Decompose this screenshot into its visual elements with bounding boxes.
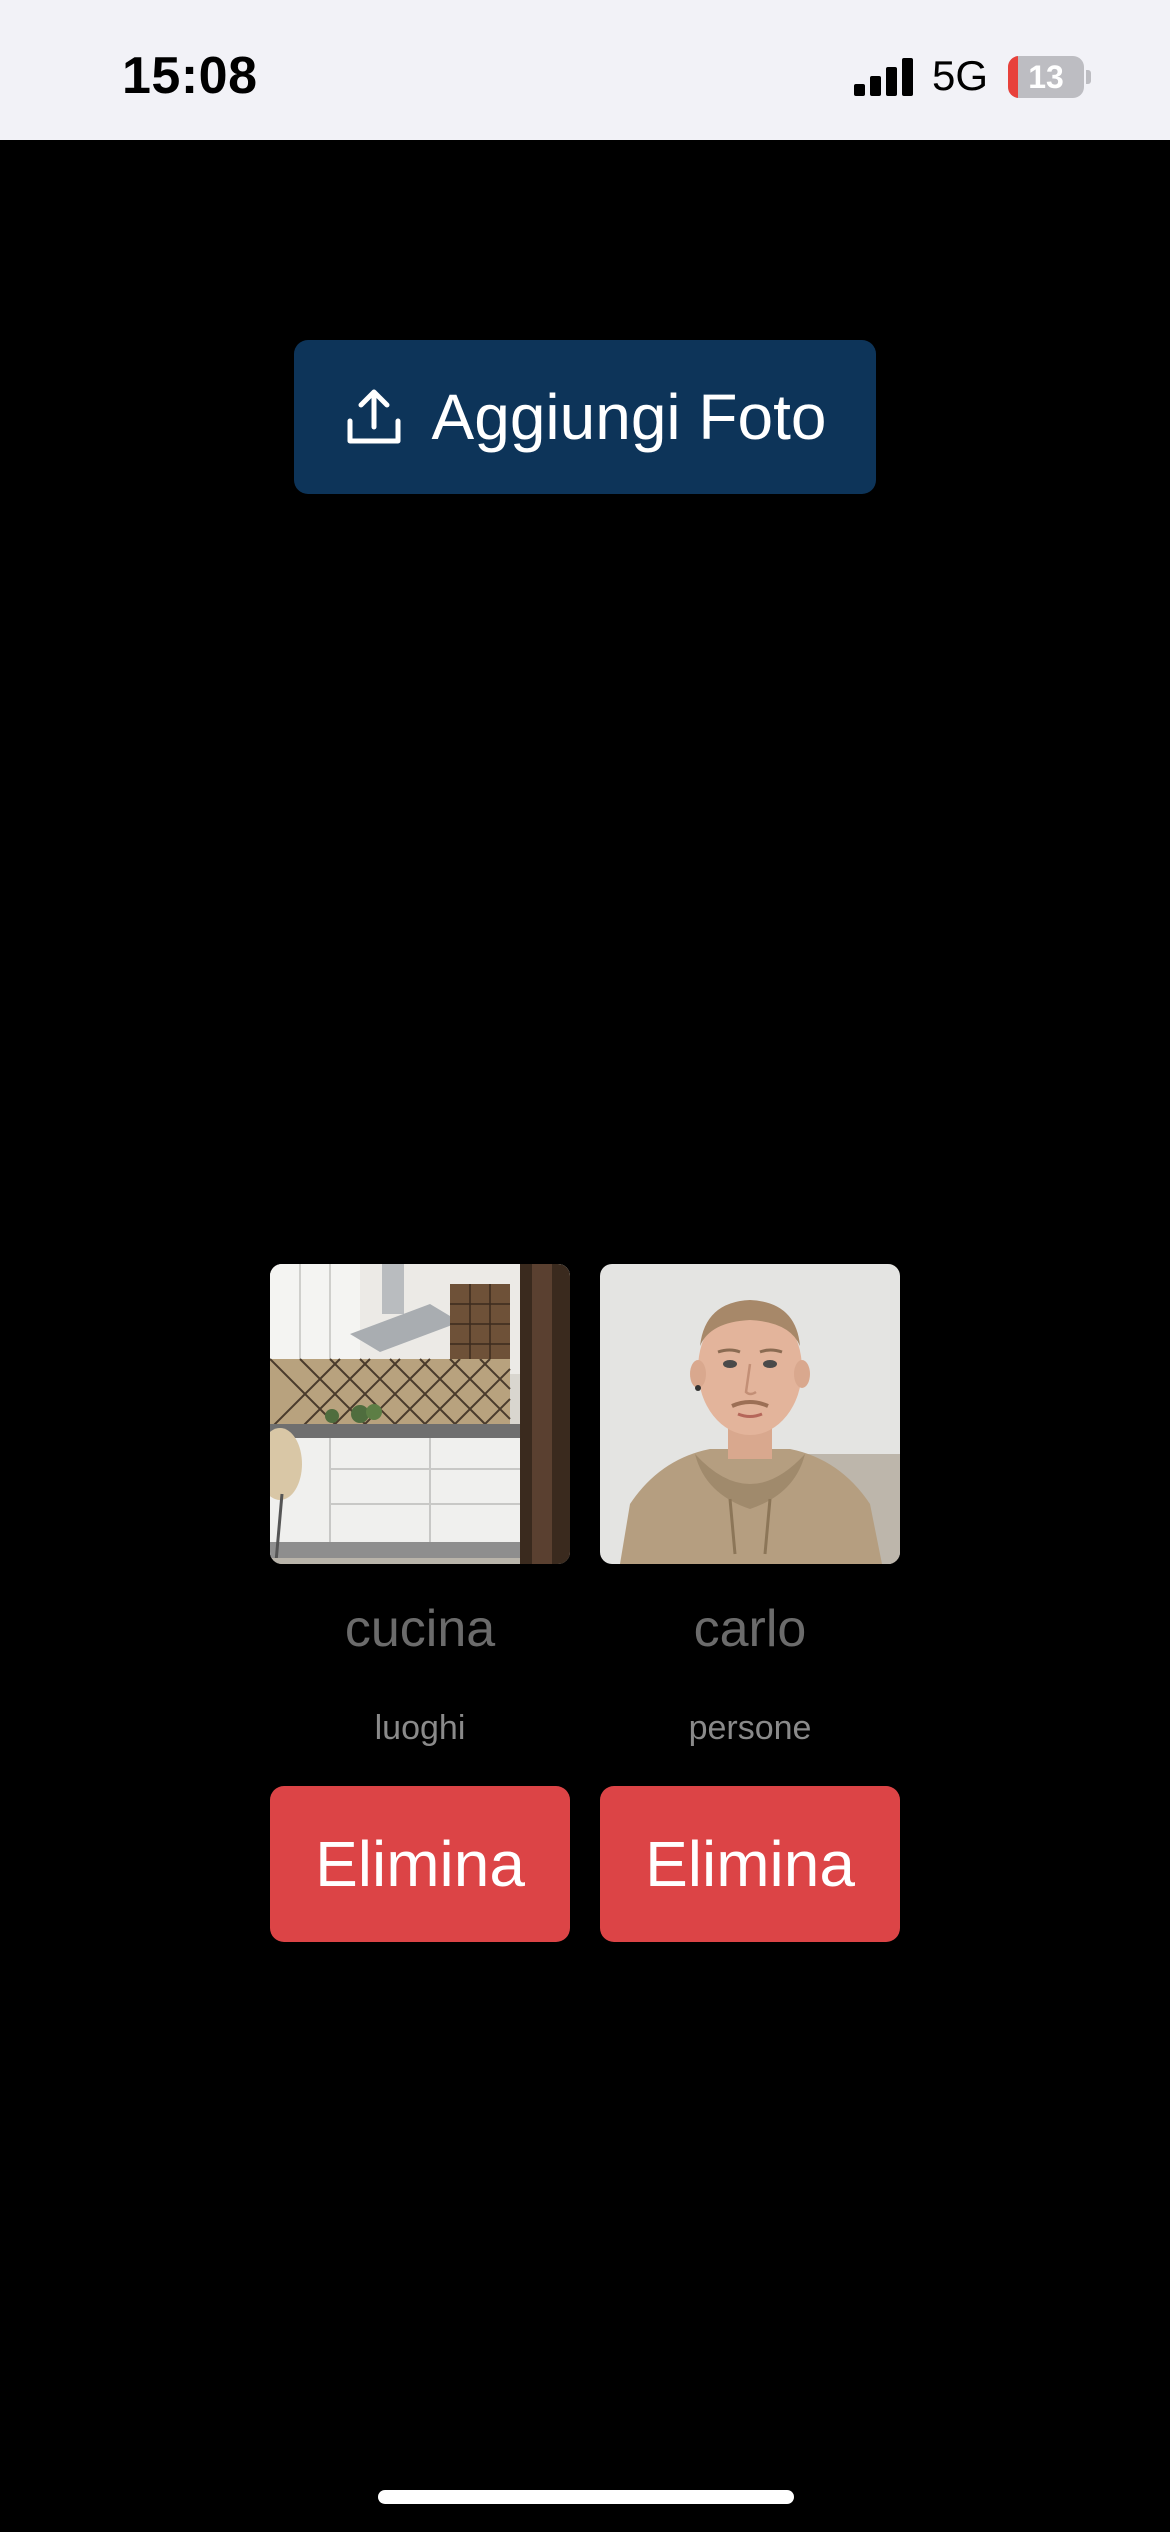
photo-category: luoghi <box>374 1709 466 1747</box>
photo-name: carlo <box>693 1600 807 1658</box>
upload-icon <box>347 389 401 444</box>
home-indicator[interactable] <box>378 2490 794 2504</box>
status-time: 15:08 <box>122 47 258 105</box>
cellular-signal-icon <box>854 58 913 96</box>
photo-category: persone <box>688 1709 812 1747</box>
add-photo-button[interactable]: Aggiungi Foto <box>294 340 876 494</box>
battery-level: 13 <box>1028 59 1064 95</box>
portrait-photo[interactable] <box>600 1264 900 1564</box>
kitchen-photo[interactable] <box>270 1264 570 1564</box>
status-bar: 15:08 5G 13 <box>0 0 1170 140</box>
network-type: 5G <box>932 52 989 99</box>
delete-button[interactable]: Elimina <box>270 1786 570 1942</box>
delete-button[interactable]: Elimina <box>600 1786 900 1942</box>
battery-low-icon: 13 <box>1008 56 1091 98</box>
app-screen: 15:08 5G 13 Aggiungi Foto cucina luoghi … <box>0 0 1170 2532</box>
photo-card: carlo persone Elimina <box>600 1264 900 1942</box>
photo-card: cucina luoghi Elimina <box>270 1264 570 1942</box>
photo-name: cucina <box>344 1600 496 1658</box>
add-photo-label: Aggiungi Foto <box>431 381 827 453</box>
